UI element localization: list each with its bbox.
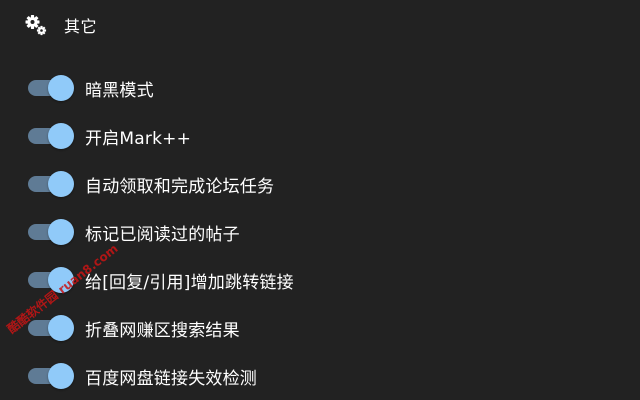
setting-label: 给[回复/引用]增加跳转链接 [85,272,294,293]
setting-label: 标记已阅读过的帖子 [85,224,240,245]
toggle-switch[interactable] [28,267,74,293]
toggle-thumb [48,267,74,293]
setting-label: 暗黑模式 [85,80,154,101]
setting-row-auto-tasks[interactable]: 自动领取和完成论坛任务 [0,160,640,208]
setting-row-dark-mode[interactable]: 暗黑模式 [0,64,640,112]
setting-row-mark-plus[interactable]: 开启Mark++ [0,112,640,160]
setting-label: 自动领取和完成论坛任务 [85,176,275,197]
toggle-thumb [48,123,74,149]
toggle-thumb [48,315,74,341]
toggle-thumb [48,219,74,245]
toggle-switch[interactable] [28,219,74,245]
setting-row-baidu-check[interactable]: 百度网盘链接失效检测 [0,352,640,400]
setting-row-jump-links[interactable]: 给[回复/引用]增加跳转链接 [0,256,640,304]
setting-label: 开启Mark++ [85,128,192,149]
section-title: 其它 [64,17,98,36]
setting-label: 折叠网赚区搜索结果 [85,320,240,341]
toggle-thumb [48,171,74,197]
toggle-switch[interactable] [28,363,74,389]
toggle-switch[interactable] [28,171,74,197]
settings-panel: 其它 暗黑模式 开启Mark++ 自动领取和完成论坛任务 标记已阅读过的帖子 给… [0,0,640,400]
gears-icon [24,13,48,37]
toggle-switch[interactable] [28,315,74,341]
toggle-switch[interactable] [28,123,74,149]
section-header: 其它 [24,12,97,38]
setting-row-fold-results[interactable]: 折叠网赚区搜索结果 [0,304,640,352]
toggle-thumb [48,363,74,389]
toggle-switch[interactable] [28,75,74,101]
setting-row-mark-read[interactable]: 标记已阅读过的帖子 [0,208,640,256]
toggle-thumb [48,75,74,101]
setting-label: 百度网盘链接失效检测 [85,368,257,389]
